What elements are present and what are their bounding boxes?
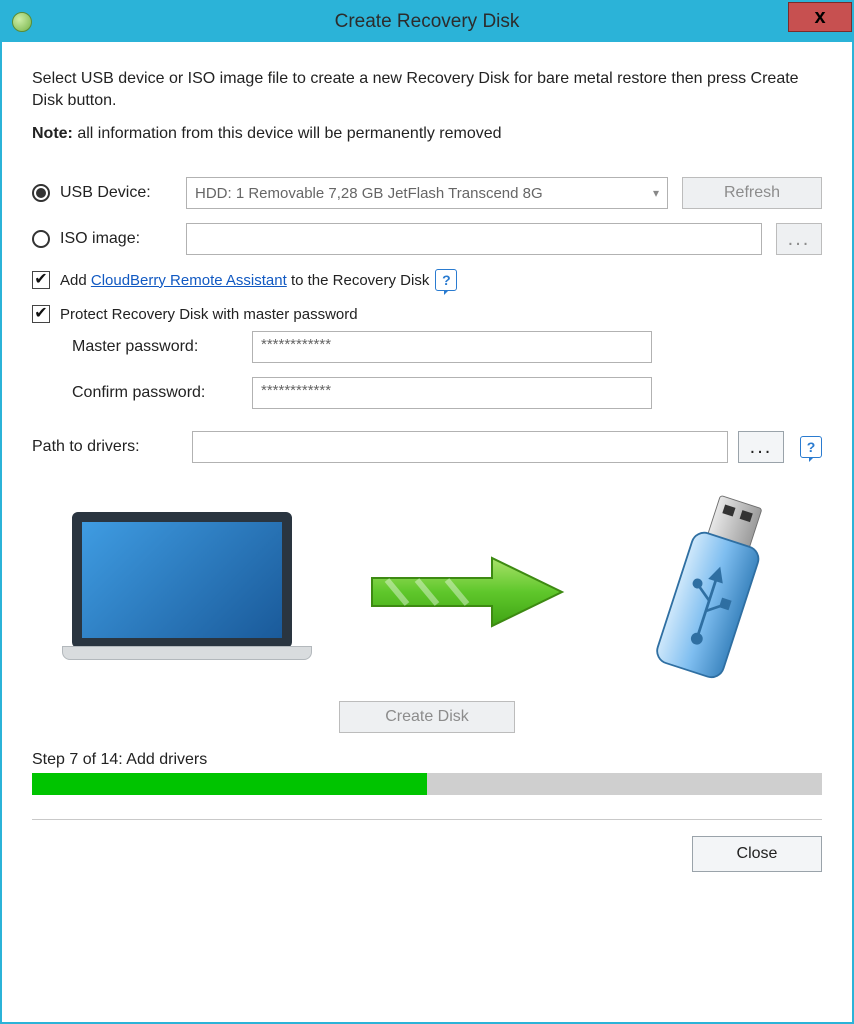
app-icon (12, 12, 32, 32)
remote-assistant-link[interactable]: CloudBerry Remote Assistant (91, 272, 287, 289)
laptop-icon (62, 512, 302, 672)
iso-image-row: ISO image: ... (32, 223, 822, 255)
refresh-button[interactable]: Refresh (682, 177, 822, 209)
master-password-label: Master password: (72, 338, 252, 356)
progress-step-label: Step 7 of 14: Add drivers (32, 751, 822, 769)
add-remote-row: ✔ Add CloudBerry Remote Assistant to the… (32, 269, 822, 291)
usb-device-label: USB Device: (60, 184, 186, 202)
add-remote-label: Add CloudBerry Remote Assistant to the R… (60, 272, 429, 289)
help-icon[interactable]: ? (435, 269, 457, 291)
note-text: all information from this device will be… (73, 125, 502, 142)
note-line: Note: all information from this device w… (32, 125, 822, 143)
create-disk-button[interactable]: Create Disk (339, 701, 515, 733)
iso-image-label: ISO image: (60, 230, 186, 248)
master-password-row: Master password: ************ (72, 331, 822, 363)
confirm-password-row: Confirm password: ************ (72, 377, 822, 409)
add-remote-checkbox[interactable]: ✔ (32, 271, 50, 289)
confirm-password-input[interactable]: ************ (252, 377, 652, 409)
drivers-input[interactable] (192, 431, 728, 463)
arrow-icon (362, 552, 572, 632)
dialog-window: Create Recovery Disk x Select USB device… (0, 0, 854, 1024)
master-password-input[interactable]: ************ (252, 331, 652, 363)
iso-image-radio[interactable] (32, 230, 50, 248)
confirm-password-label: Confirm password: (72, 384, 252, 402)
protect-label: Protect Recovery Disk with master passwo… (60, 306, 358, 323)
content-area: Select USB device or ISO image file to c… (2, 42, 852, 1022)
usb-device-value: HDD: 1 Removable 7,28 GB JetFlash Transc… (195, 185, 543, 202)
chevron-down-icon: ▾ (653, 186, 659, 200)
window-title: Create Recovery Disk (335, 11, 520, 33)
drivers-browse-button[interactable]: ... (738, 431, 784, 463)
iso-path-input[interactable] (186, 223, 762, 255)
usb-device-row: USB Device: HDD: 1 Removable 7,28 GB Jet… (32, 177, 822, 209)
illustration (32, 497, 822, 687)
protect-row: ✔ Protect Recovery Disk with master pass… (32, 305, 822, 323)
note-prefix: Note: (32, 125, 73, 142)
drivers-row: Path to drivers: ... ? (32, 431, 822, 463)
intro-text: Select USB device or ISO image file to c… (32, 68, 822, 111)
help-icon[interactable]: ? (800, 436, 822, 458)
close-button[interactable]: x (788, 2, 852, 32)
usb-device-radio[interactable] (32, 184, 50, 202)
close-dialog-button[interactable]: Close (692, 836, 822, 872)
usb-device-select[interactable]: HDD: 1 Removable 7,28 GB JetFlash Transc… (186, 177, 668, 209)
drivers-label: Path to drivers: (32, 438, 182, 456)
progress-bar (32, 773, 822, 795)
iso-browse-button[interactable]: ... (776, 223, 822, 255)
titlebar: Create Recovery Disk x (2, 2, 852, 42)
usb-drive-icon (632, 492, 792, 692)
protect-checkbox[interactable]: ✔ (32, 305, 50, 323)
